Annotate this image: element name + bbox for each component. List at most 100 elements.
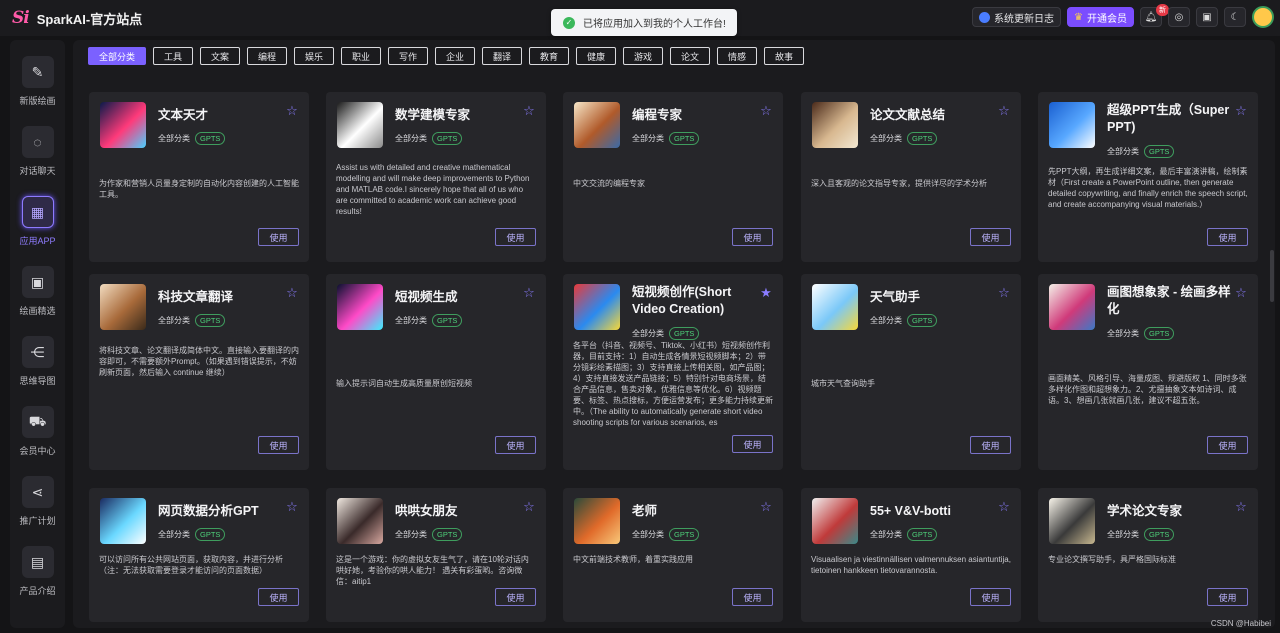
star-icon[interactable]: ☆ — [522, 500, 536, 514]
category-tab[interactable]: 职业 — [341, 47, 381, 65]
tag-gpts: GPTS — [669, 528, 700, 541]
app-card[interactable]: 短视频生成 ☆ 全部分类 GPTS 输入提示词自动生成高质量原创短视频 使用 — [326, 274, 546, 470]
use-button[interactable]: 使用 — [970, 228, 1011, 246]
star-icon[interactable]: ☆ — [759, 104, 773, 118]
use-button[interactable]: 使用 — [258, 588, 299, 606]
category-tab[interactable]: 故事 — [764, 47, 804, 65]
star-icon[interactable]: ☆ — [997, 104, 1011, 118]
star-icon[interactable]: ☆ — [285, 286, 299, 300]
use-button[interactable]: 使用 — [495, 588, 536, 606]
tag-category: 全部分类 — [395, 530, 427, 539]
sidebar-item-5[interactable]: ⛟ 会员中心 — [10, 406, 65, 457]
app-description: 专业论文撰写助手，具严格国际标准 — [1048, 555, 1176, 564]
app-thumbnail — [1049, 284, 1095, 330]
sidebar-item-3[interactable]: ▣ 绘画精选 — [10, 266, 65, 317]
app-card[interactable]: 编程专家 ☆ 全部分类 GPTS 中文交流的编程专家 使用 — [563, 92, 783, 262]
use-button[interactable]: 使用 — [258, 436, 299, 454]
app-thumbnail — [574, 498, 620, 544]
app-card[interactable]: 画图想象家 - 绘画多样化 ☆ 全部分类 GPTS 画面精美、风格引导、海量成图、规避版… — [1038, 274, 1258, 470]
sidebar-item-2[interactable]: ▦ 应用APP — [10, 196, 65, 247]
star-icon[interactable]: ☆ — [997, 500, 1011, 514]
app-card[interactable]: 科技文章翻译 ☆ 全部分类 GPTS 将科技文章、论文翻译成简体中文。直接输入要翻译的内… — [89, 274, 309, 470]
category-tab[interactable]: 文案 — [200, 47, 240, 65]
app-card[interactable]: 超级PPT生成（Super PPT) ☆ 全部分类 GPTS 先PPT大纲，再生成详细文… — [1038, 92, 1258, 262]
app-tags: 全部分类 GPTS — [158, 528, 226, 541]
app-tags: 全部分类 GPTS — [632, 132, 700, 145]
use-button[interactable]: 使用 — [1207, 228, 1248, 246]
use-button[interactable]: 使用 — [1207, 436, 1248, 454]
app-title: 学术论文专家 — [1107, 504, 1183, 518]
theme-toggle-button[interactable]: ☾ — [1224, 7, 1246, 27]
user-avatar[interactable] — [1252, 6, 1274, 28]
app-thumbnail — [812, 284, 858, 330]
category-tab[interactable]: 全部分类 — [88, 47, 146, 65]
star-filled-icon[interactable]: ★ — [759, 286, 773, 300]
app-thumbnail — [100, 284, 146, 330]
category-tab[interactable]: 工具 — [153, 47, 193, 65]
app-tags: 全部分类 GPTS — [870, 314, 938, 327]
wechat-button[interactable]: ◎ — [1168, 7, 1190, 27]
star-icon[interactable]: ☆ — [285, 104, 299, 118]
app-description: 为作家和营销人员量身定制的自动化内容创建的人工智能工具。 — [99, 179, 299, 199]
app-card[interactable]: 文本天才 ☆ 全部分类 GPTS 为作家和营销人员量身定制的自动化内容创建的人工智能工具… — [89, 92, 309, 262]
use-button[interactable]: 使用 — [732, 588, 773, 606]
category-tab[interactable]: 翻译 — [482, 47, 522, 65]
app-card[interactable]: 哄哄女朋友 ☆ 全部分类 GPTS 这是一个游戏：你的虚拟女友生气了，请在10轮对话内哄… — [326, 488, 546, 622]
use-button[interactable]: 使用 — [258, 228, 299, 246]
use-button[interactable]: 使用 — [970, 436, 1011, 454]
update-log-button[interactable]: 系统更新日志 — [972, 7, 1062, 27]
category-tab[interactable]: 写作 — [388, 47, 428, 65]
app-card[interactable]: 天气助手 ☆ 全部分类 GPTS 城市天气查询助手 使用 — [801, 274, 1021, 470]
app-card[interactable]: 数学建模专家 ☆ 全部分类 GPTS Assist us with detailed a… — [326, 92, 546, 262]
vip-button[interactable]: ♛ 开通会员 — [1067, 7, 1134, 27]
use-button[interactable]: 使用 — [495, 436, 536, 454]
use-button[interactable]: 使用 — [732, 228, 773, 246]
tag-gpts: GPTS — [907, 132, 938, 145]
star-icon[interactable]: ☆ — [997, 286, 1011, 300]
category-tab[interactable]: 游戏 — [623, 47, 663, 65]
category-tab[interactable]: 企业 — [435, 47, 475, 65]
app-description: 将科技文章、论文翻译成简体中文。直接输入要翻译的内容即可，不需要额外Prompt… — [99, 346, 299, 377]
sidebar-item-4[interactable]: ⋲ 思维导图 — [10, 336, 65, 387]
tag-category: 全部分类 — [870, 530, 902, 539]
app-description: 中文前端技术教师，着重实践应用 — [573, 555, 693, 564]
app-card[interactable]: 论文文献总结 ☆ 全部分类 GPTS 深入且客观的论文指导专家，提供详尽的学术分析 使用 — [801, 92, 1021, 262]
category-tab[interactable]: 健康 — [576, 47, 616, 65]
app-card[interactable]: 老师 ☆ 全部分类 GPTS 中文前端技术教师，着重实践应用 使用 — [563, 488, 783, 622]
logo-mark: Si — [12, 8, 30, 28]
use-button[interactable]: 使用 — [970, 588, 1011, 606]
star-icon[interactable]: ☆ — [522, 104, 536, 118]
sidebar-item-label: 绘画精选 — [19, 306, 56, 316]
star-icon[interactable]: ☆ — [1234, 500, 1248, 514]
gift-button[interactable]: ▣ — [1196, 7, 1218, 27]
app-card[interactable]: 短视频创作(Short Video Creation) ★ 全部分类 GPTS 各平台（… — [563, 274, 783, 470]
scrollbar[interactable] — [1270, 250, 1274, 302]
category-tab[interactable]: 情感 — [717, 47, 757, 65]
app-tags: 全部分类 GPTS — [395, 132, 463, 145]
notification-button[interactable]: 🔔︎ 新 — [1140, 4, 1169, 27]
app-thumbnail — [100, 102, 146, 148]
app-card[interactable]: 55+ V&V-botti ☆ 全部分类 GPTS Visuaalisen ja vie… — [801, 488, 1021, 622]
app-card[interactable]: 学术论文专家 ☆ 全部分类 GPTS 专业论文撰写助手，具严格国际标准 使用 — [1038, 488, 1258, 622]
star-icon[interactable]: ☆ — [522, 286, 536, 300]
star-icon[interactable]: ☆ — [285, 500, 299, 514]
star-icon[interactable]: ☆ — [1234, 286, 1248, 300]
sidebar-item-7[interactable]: ▤ 产品介绍 — [10, 546, 65, 597]
star-icon[interactable]: ☆ — [759, 500, 773, 514]
use-button[interactable]: 使用 — [495, 228, 536, 246]
app-card[interactable]: 网页数据分析GPT ☆ 全部分类 GPTS 可以访问所有公共网站页面，获取内容，并进行分… — [89, 488, 309, 622]
category-tab[interactable]: 教育 — [529, 47, 569, 65]
sidebar-item-0[interactable]: ✎ 新版绘画 — [10, 56, 65, 107]
site-logo[interactable]: Si SparkAI-官方站点 — [12, 8, 142, 28]
use-button[interactable]: 使用 — [732, 435, 773, 453]
sidebar-item-6[interactable]: ⋖ 推广计划 — [10, 476, 65, 527]
category-tab[interactable]: 编程 — [247, 47, 287, 65]
sidebar-item-1[interactable]: ◌ 对话聊天 — [10, 126, 65, 177]
app-tags: 全部分类 GPTS — [158, 132, 226, 145]
star-icon[interactable]: ☆ — [1234, 104, 1248, 118]
use-button[interactable]: 使用 — [1207, 588, 1248, 606]
category-tab[interactable]: 论文 — [670, 47, 710, 65]
app-title: 老师 — [632, 504, 658, 518]
app-title: 短视频生成 — [395, 290, 458, 304]
category-tab[interactable]: 娱乐 — [294, 47, 334, 65]
